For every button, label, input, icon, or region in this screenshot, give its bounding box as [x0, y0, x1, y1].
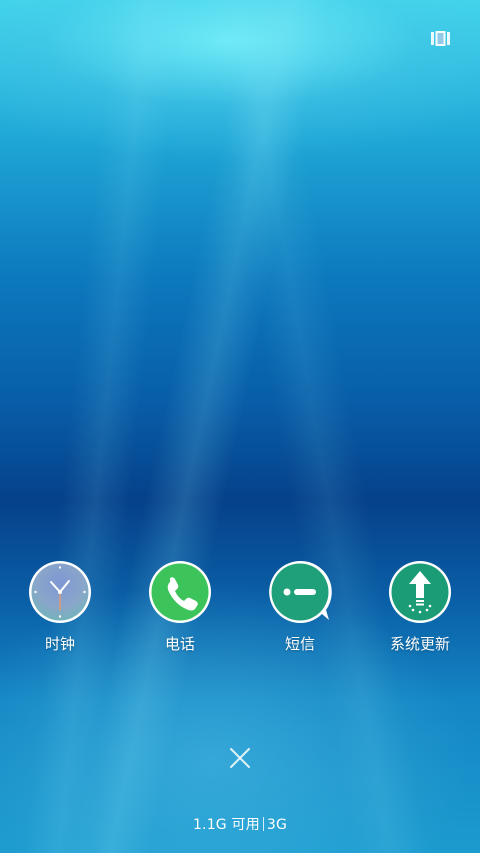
app-label: 电话: [164, 635, 195, 653]
app-label: 系统更新: [389, 635, 450, 653]
network-type: 3G: [266, 817, 288, 833]
recent-app-system-update[interactable]: 系统更新: [365, 560, 475, 654]
wallpaper-light-rays: [0, 0, 480, 853]
multi-window-icon[interactable]: [431, 31, 450, 46]
recent-app-clock[interactable]: 时钟: [5, 560, 115, 654]
message-icon: [269, 560, 332, 623]
app-label: 时钟: [44, 635, 75, 653]
status-divider: [262, 817, 264, 831]
phone-icon: [149, 561, 211, 623]
clock-icon: [29, 561, 91, 623]
recent-app-phone[interactable]: 电话: [125, 560, 235, 654]
app-label: 短信: [284, 635, 315, 653]
recent-app-messages[interactable]: 短信: [245, 560, 355, 654]
system-update-icon: [389, 561, 451, 623]
memory-status: 1.1G 可用 3G: [0, 815, 480, 835]
memory-available: 1.1G 可用: [192, 817, 260, 833]
recent-apps-row: 时钟 电话 短信 系统更新: [0, 560, 480, 660]
close-icon[interactable]: [229, 747, 251, 769]
